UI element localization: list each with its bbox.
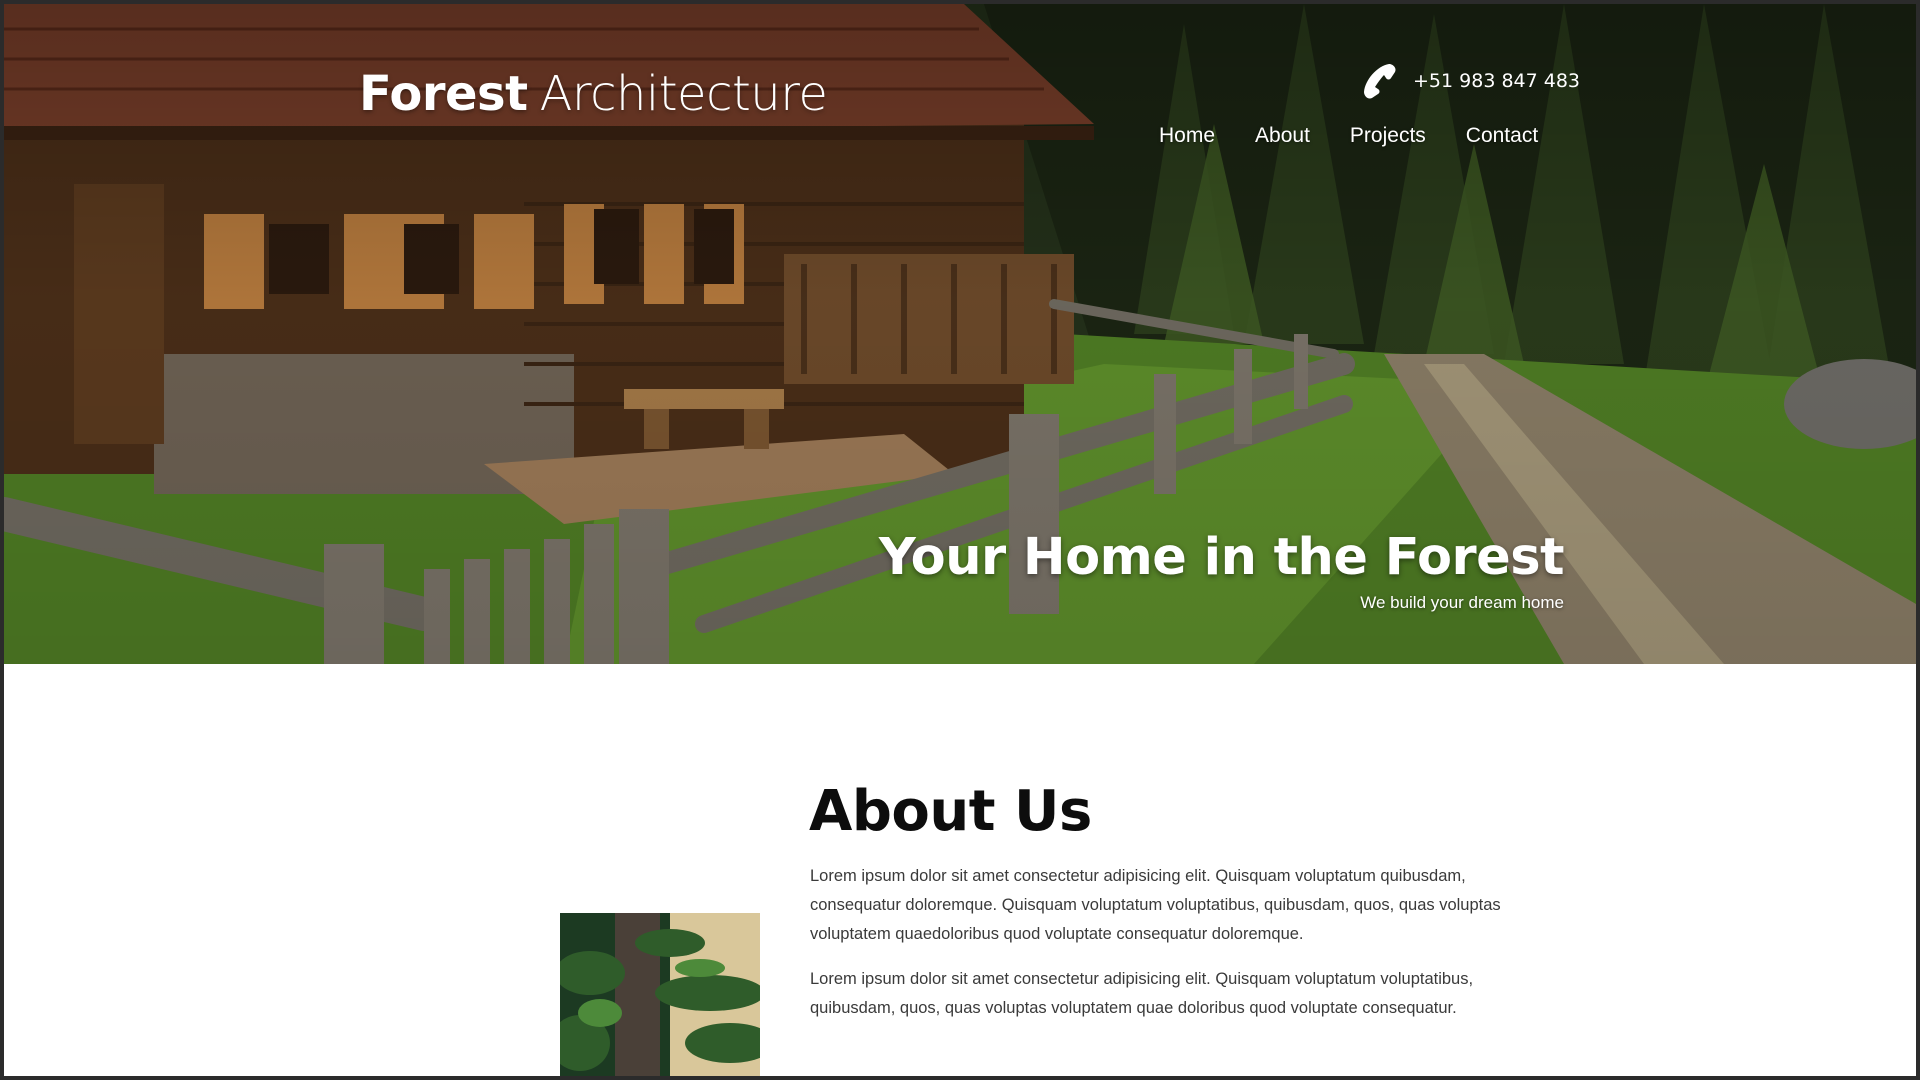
about-image xyxy=(560,913,760,1076)
phone-contact[interactable]: +51 983 847 483 xyxy=(1359,60,1580,102)
brand-bold-text: Forest xyxy=(359,66,528,122)
hero-section: Forest Architecture +51 983 847 483 Home … xyxy=(4,4,1916,664)
phone-icon xyxy=(1364,64,1396,99)
nav-contact[interactable]: Contact xyxy=(1466,124,1538,148)
phone-number: +51 983 847 483 xyxy=(1413,70,1581,92)
brand-light-text: Architecture xyxy=(539,66,828,122)
nav-home[interactable]: Home xyxy=(1159,124,1215,148)
page: Forest Architecture +51 983 847 483 Home … xyxy=(4,4,1916,1076)
nav-about[interactable]: About xyxy=(1255,124,1310,148)
hero-title: Your Home in the Forest xyxy=(878,528,1565,587)
about-title: About Us xyxy=(809,779,1092,844)
hero-subtitle: We build your dream home xyxy=(1360,593,1564,612)
about-paragraph-1: Lorem ipsum dolor sit amet consectetur a… xyxy=(810,867,1501,943)
site-logo[interactable]: Forest Architecture xyxy=(359,66,828,122)
about-paragraph-2: Lorem ipsum dolor sit amet consectetur a… xyxy=(810,970,1474,1017)
main-nav: Home About Projects Contact xyxy=(1159,124,1538,148)
nav-projects[interactable]: Projects xyxy=(1350,124,1426,148)
